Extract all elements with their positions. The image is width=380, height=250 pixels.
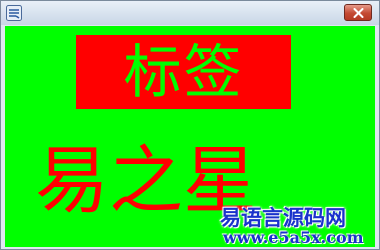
watermark-url: www.e5a5x.com [223, 228, 364, 247]
close-button[interactable] [344, 4, 372, 21]
app-window: 标签 易之星 易语言源码网 www.e5a5x.com [0, 0, 380, 250]
label-control: 标签 [76, 35, 291, 109]
app-icon[interactable] [6, 5, 22, 21]
title-bar[interactable] [1, 1, 379, 25]
close-icon [353, 8, 364, 18]
client-area: 标签 易之星 易语言源码网 www.e5a5x.com [5, 26, 375, 247]
